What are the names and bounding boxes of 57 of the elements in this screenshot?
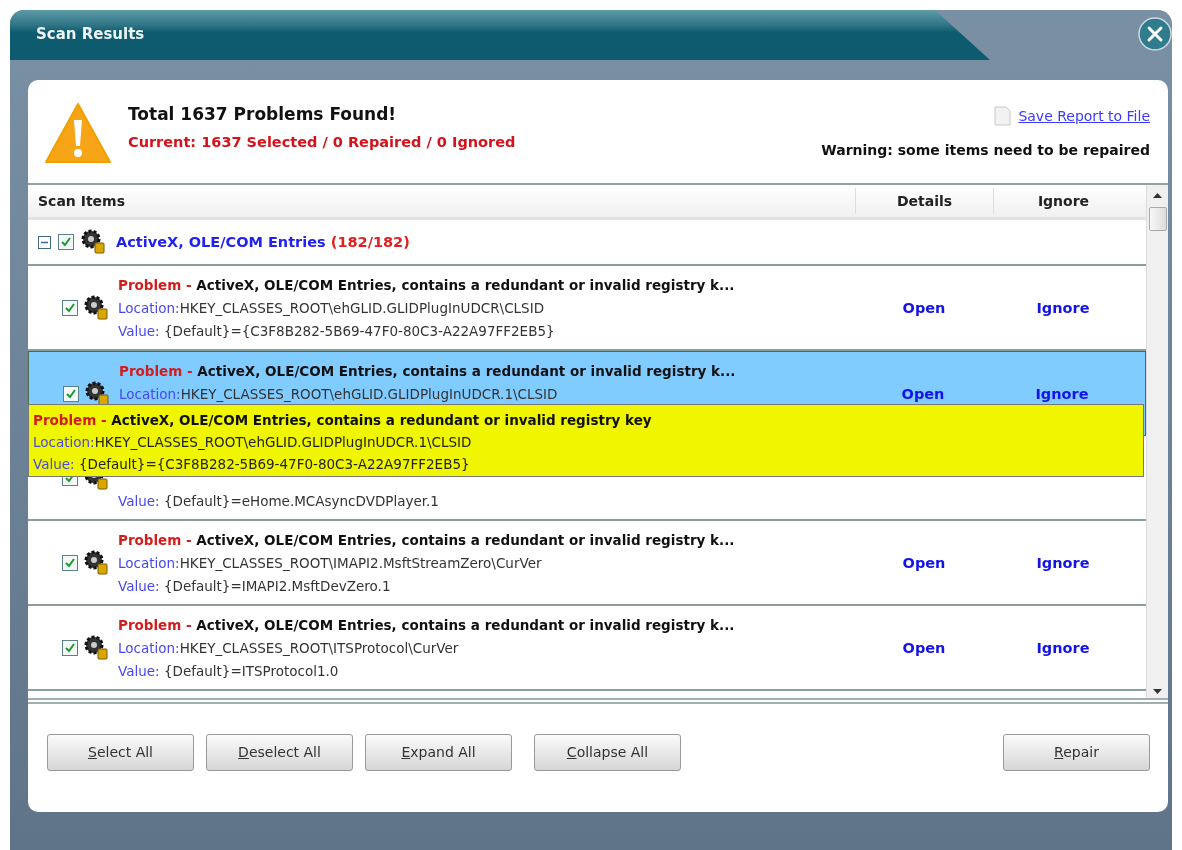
action-button[interactable]: Select All — [47, 733, 194, 771]
column-header: Ignore — [993, 188, 1133, 214]
problem-text: Problem - ActiveX, OLE/COM Entries, contains a redundant or invalid registry k... — [118, 532, 735, 548]
open-link[interactable]: Open — [902, 640, 946, 656]
value-text: Value: {Default}=eHome.MCAsyncDVDPlayer.1 — [118, 493, 439, 509]
location-text: Location:HKEY_CLASSES_ROOT\ehGLID.GLIDPlugInUDCR.1\CLSID — [119, 386, 558, 402]
scroll-thumb[interactable] — [1148, 207, 1167, 231]
checkbox[interactable] — [62, 554, 78, 571]
scroll-up-icon[interactable] — [1153, 193, 1162, 199]
gear-lock-icon — [85, 380, 109, 407]
location-text: Location:HKEY_CLASSES_ROOT\ehGLID.GLIDPlugInUDCR\CLSID — [118, 300, 545, 316]
action-button[interactable]: Deselect All — [206, 733, 353, 771]
collapse-icon[interactable] — [38, 235, 51, 249]
location-text: Location:HKEY_CLASSES_ROOT\IMAPI2.MsftStreamZero\CurVer — [118, 555, 542, 571]
gear-lock-icon — [84, 549, 108, 576]
gear-lock-icon — [84, 294, 108, 321]
value-text: Value: {Default}=ITSProtocol1.0 — [118, 663, 339, 679]
warning-icon — [44, 102, 112, 164]
problem-text: Problem - ActiveX, OLE/COM Entries, contains a redundant or invalid registry k... — [119, 363, 736, 379]
ignore-link[interactable]: Ignore — [1036, 555, 1090, 571]
scroll-down-icon[interactable] — [1153, 688, 1162, 694]
ignore-link[interactable]: Ignore — [1036, 300, 1090, 316]
action-button[interactable]: Collapse All — [534, 733, 681, 771]
column-header: Scan Items — [37, 193, 126, 209]
action-button[interactable]: Expand All — [365, 733, 512, 771]
open-link[interactable]: Open — [901, 386, 945, 402]
group-label[interactable]: ActiveX, OLE/COM Entries (182/182) — [116, 234, 410, 250]
result-row[interactable]: Problem - ActiveX, OLE/COM Entries, contains a redundant or invalid registry k... Location:HKEY_CLASSES_ROOT\IMAPI2.MsftStreamZero\CurVer Value: {Default}=IMAPI2.MsftDevZero.1 Open Ignore — [28, 521, 1146, 606]
checkbox[interactable] — [62, 639, 78, 656]
scrollbar[interactable] — [1146, 185, 1168, 698]
summary-status: Current: 1637 Selected / 0 Repaired / 0 Ignored — [128, 134, 516, 150]
summary-title: Total 1637 Problems Found! — [128, 104, 398, 124]
gear-lock-icon — [84, 634, 108, 661]
ignore-link[interactable]: Ignore — [1035, 386, 1089, 402]
open-link[interactable]: Open — [902, 300, 946, 316]
problem-text: Problem - ActiveX, OLE/COM Entries, contains a redundant or invalid registry key — [33, 411, 653, 430]
value-text: Value: {Default}=IMAPI2.MsftDevZero.1 — [118, 578, 391, 594]
column-header: Details — [855, 188, 993, 214]
checkbox[interactable] — [63, 385, 79, 402]
open-link[interactable]: Open — [902, 555, 946, 571]
window-title: Scan Results — [36, 25, 145, 43]
checkbox[interactable] — [62, 299, 78, 316]
value-text: Value: {Default}={C3F8B282-5B69-47F0-80C3-A22A97FF2EB5} — [118, 323, 555, 339]
problem-text: Problem - ActiveX, OLE/COM Entries, contains a redundant or invalid registry k... — [118, 277, 735, 293]
ignore-link[interactable]: Ignore — [1036, 640, 1090, 656]
gear-lock-icon — [81, 229, 105, 255]
warning-text: Warning: some items need to be repaired — [821, 142, 1150, 158]
location-text: Location:HKEY_CLASSES_ROOT\ITSProtocol\CurVer — [118, 640, 459, 656]
result-row[interactable]: Problem - ActiveX, OLE/COM Entries, contains a redundant or invalid registry k... Location:HKEY_CLASSES_ROOT\ITSProtocol\CurVer Value: {Default}=ITSProtocol1.0 Open Ignore — [28, 606, 1146, 691]
checkbox[interactable] — [58, 234, 74, 250]
value-text: Value: {Default}={C3F8B282-5B69-47F0-80C3-A22A97FF2EB5} — [33, 455, 471, 474]
document-icon — [994, 106, 1012, 126]
location-text: Location:HKEY_CLASSES_ROOT\ehGLID.GLIDPlugInUDCR.1\CLSID — [33, 433, 473, 452]
problem-text: Problem - ActiveX, OLE/COM Entries, contains a redundant or invalid registry k... — [118, 617, 735, 633]
save-report-link[interactable]: Save Report to File — [1018, 108, 1150, 124]
close-icon[interactable] — [1138, 17, 1172, 51]
action-button[interactable]: Repair — [1003, 733, 1150, 771]
